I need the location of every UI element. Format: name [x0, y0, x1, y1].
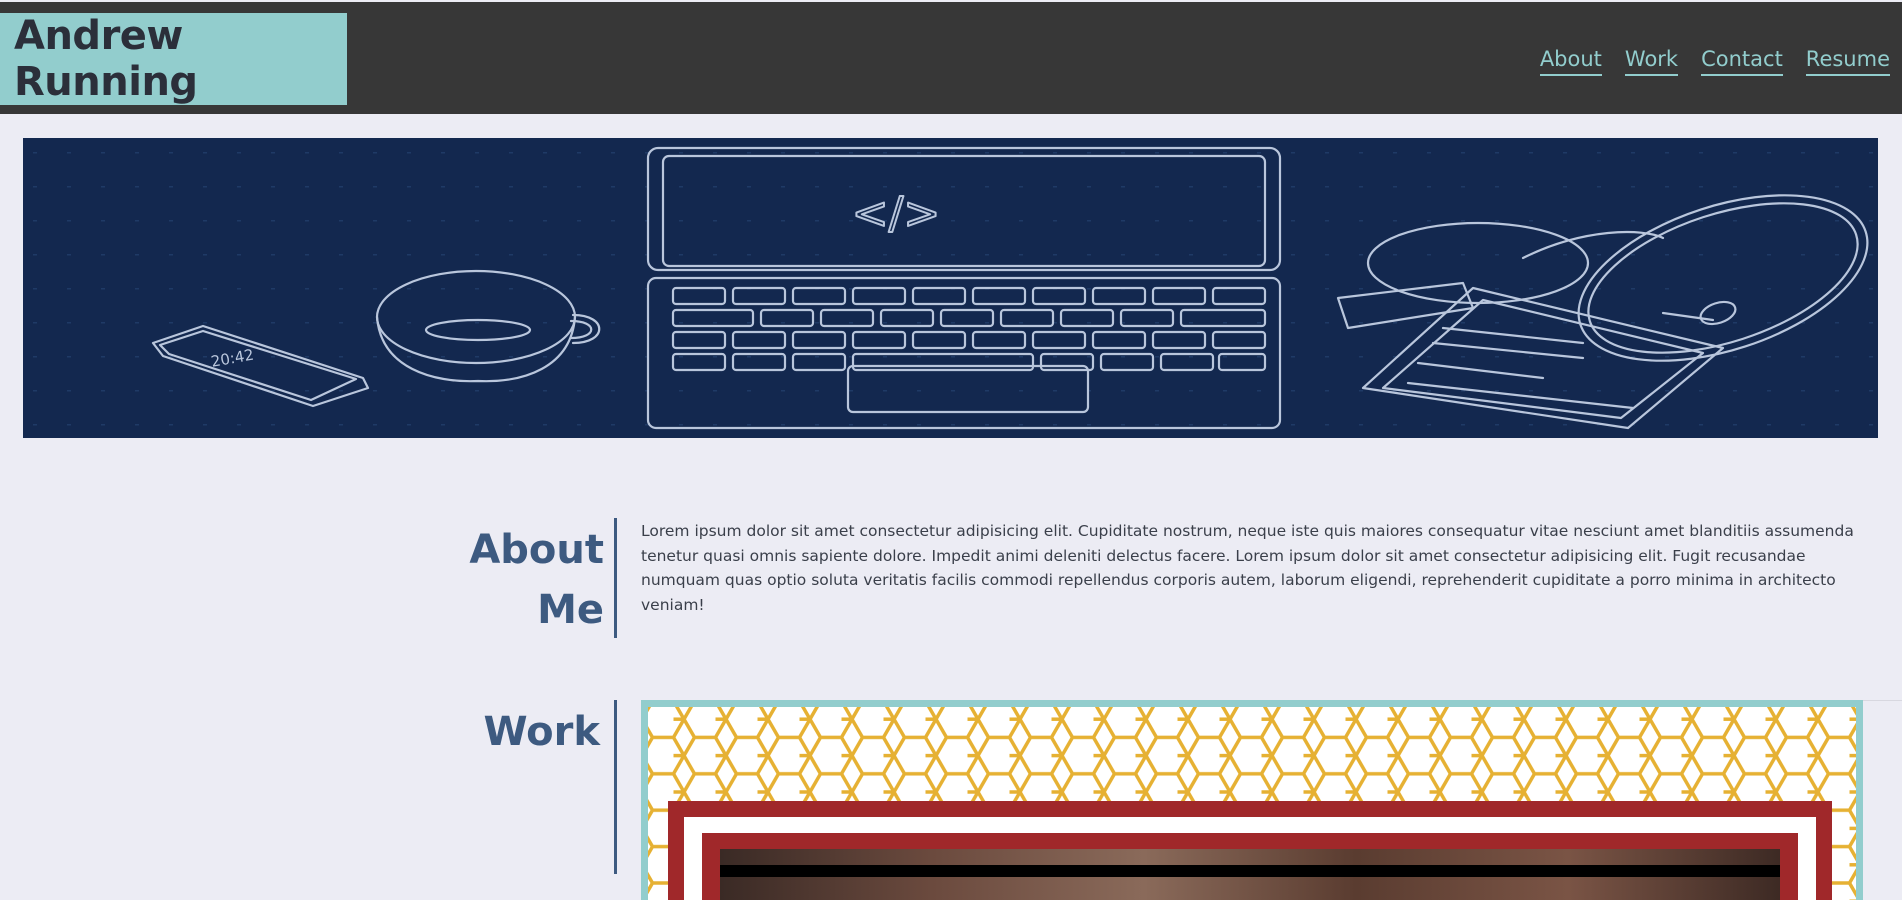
- about-heading: About Me: [440, 520, 604, 640]
- hero-illustration: 20:42 </>: [23, 138, 1878, 438]
- brand-title[interactable]: Andrew Running: [14, 13, 347, 105]
- nav-link-work[interactable]: Work: [1624, 46, 1679, 76]
- site-header: Andrew Running About Work Contact Resume: [0, 2, 1902, 114]
- nav-link-about[interactable]: About: [1539, 46, 1602, 76]
- main-nav: About Work Contact Resume: [1539, 46, 1890, 76]
- brand-logo[interactable]: Andrew Running: [0, 13, 347, 105]
- project-frame-border: [702, 833, 1798, 900]
- nav-link-resume[interactable]: Resume: [1805, 46, 1890, 76]
- nav-link-contact[interactable]: Contact: [1701, 46, 1783, 76]
- project-screenshot-bar: [720, 865, 1780, 877]
- about-heading-line1: About: [469, 527, 604, 573]
- work-project-card[interactable]: [641, 700, 1863, 900]
- work-project-preview[interactable]: [648, 707, 1856, 900]
- about-divider: [614, 518, 617, 638]
- project-frame: [668, 801, 1832, 900]
- about-heading-line2: Me: [537, 587, 604, 633]
- work-card-rule: [1863, 700, 1902, 701]
- project-screenshot[interactable]: [720, 849, 1780, 900]
- work-heading: Work: [483, 709, 600, 755]
- project-frame-inner: [684, 817, 1816, 900]
- about-paragraph: Lorem ipsum dolor sit amet consectetur a…: [641, 522, 1854, 614]
- work-divider: [614, 700, 617, 874]
- hero-banner: 20:42 </>: [23, 138, 1878, 438]
- svg-text:</>: </>: [852, 188, 941, 239]
